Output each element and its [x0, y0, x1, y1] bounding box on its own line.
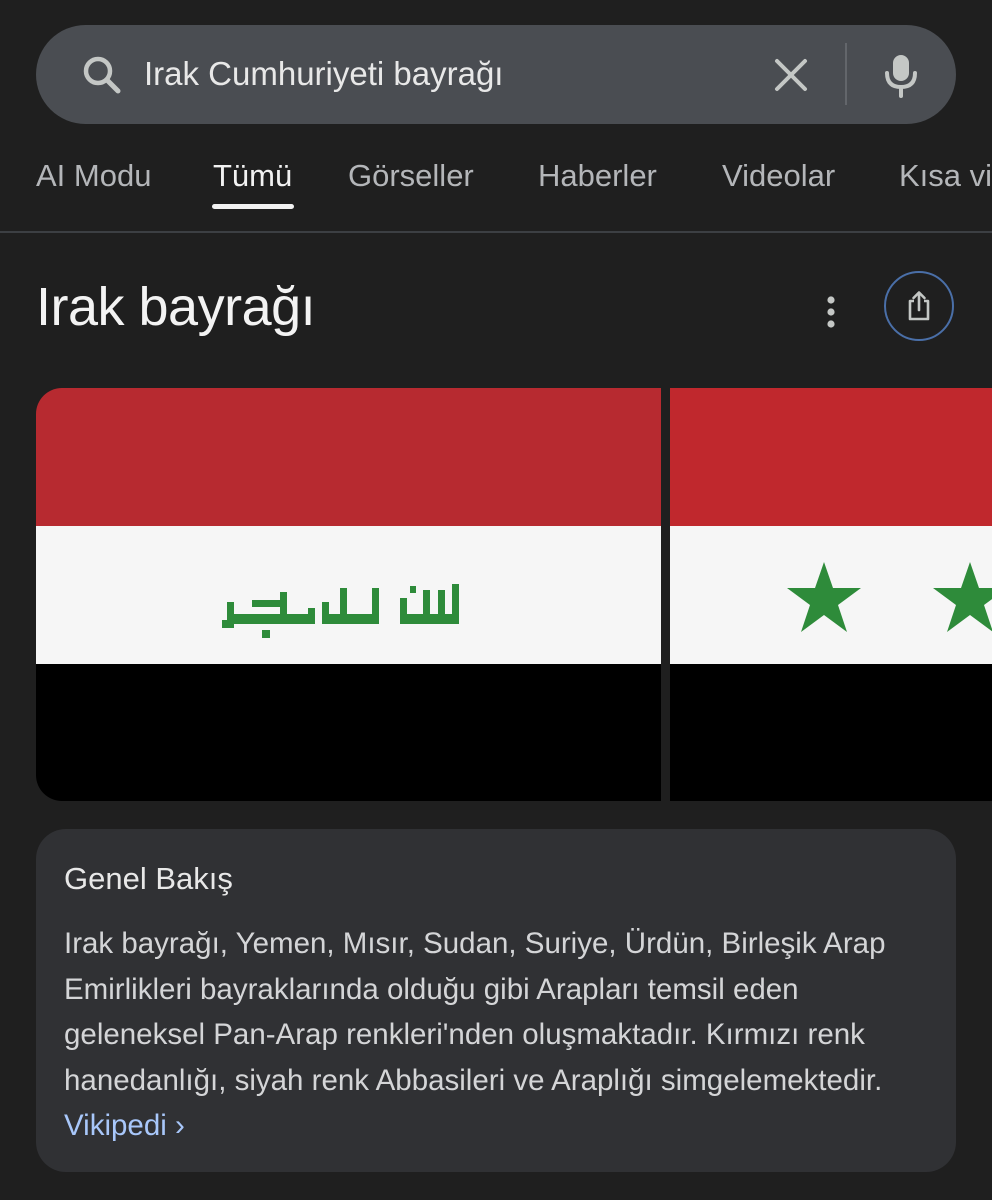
- takbir-emblem: [222, 584, 459, 638]
- tab-short-videos[interactable]: Kısa vi: [899, 158, 992, 194]
- page-title: Irak bayrağı: [36, 277, 316, 337]
- star-icon: [933, 562, 992, 632]
- search-results-page: Irak Cumhuriyeti bayrağı AI Modu Tümü Gö…: [0, 0, 992, 1200]
- wikipedia-link[interactable]: Vikipedi ›: [64, 1109, 185, 1142]
- black-stripe: [670, 664, 992, 801]
- flag-image-iraq[interactable]: [36, 388, 661, 801]
- red-stripe: [670, 388, 992, 526]
- overview-text: Irak bayrağı, Yemen, Mısır, Sudan, Suriy…: [64, 927, 886, 1097]
- tab-news[interactable]: Haberler: [538, 158, 657, 194]
- tab-images[interactable]: Görseller: [348, 158, 474, 194]
- close-icon[interactable]: [769, 53, 813, 97]
- tab-videos[interactable]: Videolar: [722, 158, 835, 194]
- search-input[interactable]: Irak Cumhuriyeti bayrağı: [144, 55, 503, 93]
- active-tab-indicator: [212, 204, 294, 209]
- tab-all[interactable]: Tümü: [213, 158, 292, 194]
- tab-ai-mode[interactable]: AI Modu: [36, 158, 151, 194]
- overview-title: Genel Bakış: [64, 861, 233, 896]
- mic-icon[interactable]: [877, 51, 925, 99]
- overview-card: Genel Bakış Irak bayrağı, Yemen, Mısır, …: [36, 829, 956, 1172]
- share-icon: [908, 291, 930, 321]
- search-icon[interactable]: [78, 51, 126, 99]
- search-divider: [845, 43, 847, 105]
- search-tabs: AI Modu Tümü Görseller Haberler Videolar…: [0, 140, 992, 233]
- flag-image-iraq-former[interactable]: [670, 388, 992, 801]
- search-bar[interactable]: Irak Cumhuriyeti bayrağı: [36, 25, 956, 124]
- more-vert-icon[interactable]: [816, 290, 846, 334]
- star-icon: [787, 562, 861, 632]
- overview-description: Irak bayrağı, Yemen, Mısır, Sudan, Suriy…: [64, 921, 934, 1149]
- share-button[interactable]: [884, 271, 954, 341]
- red-stripe: [36, 388, 661, 526]
- black-stripe: [36, 664, 661, 801]
